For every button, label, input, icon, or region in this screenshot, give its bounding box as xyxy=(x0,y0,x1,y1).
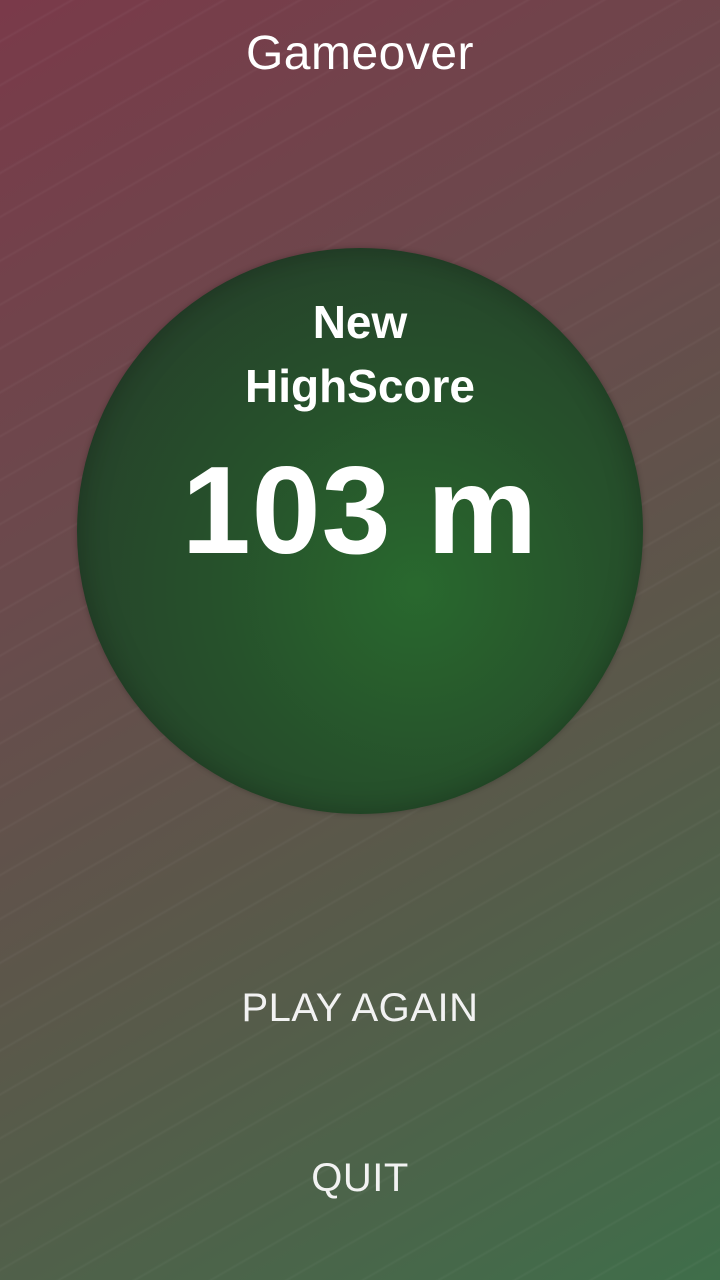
quit-button[interactable]: QUIT xyxy=(0,1156,720,1201)
gameover-title: Gameover xyxy=(245,27,475,80)
new-highscore-label: New HighScore xyxy=(0,290,720,418)
new-highscore-line2: HighScore xyxy=(244,360,476,412)
new-highscore-line1: New xyxy=(312,296,408,348)
score-value: 103 m xyxy=(181,442,539,580)
play-again-button[interactable]: PLAY AGAIN xyxy=(0,986,720,1031)
